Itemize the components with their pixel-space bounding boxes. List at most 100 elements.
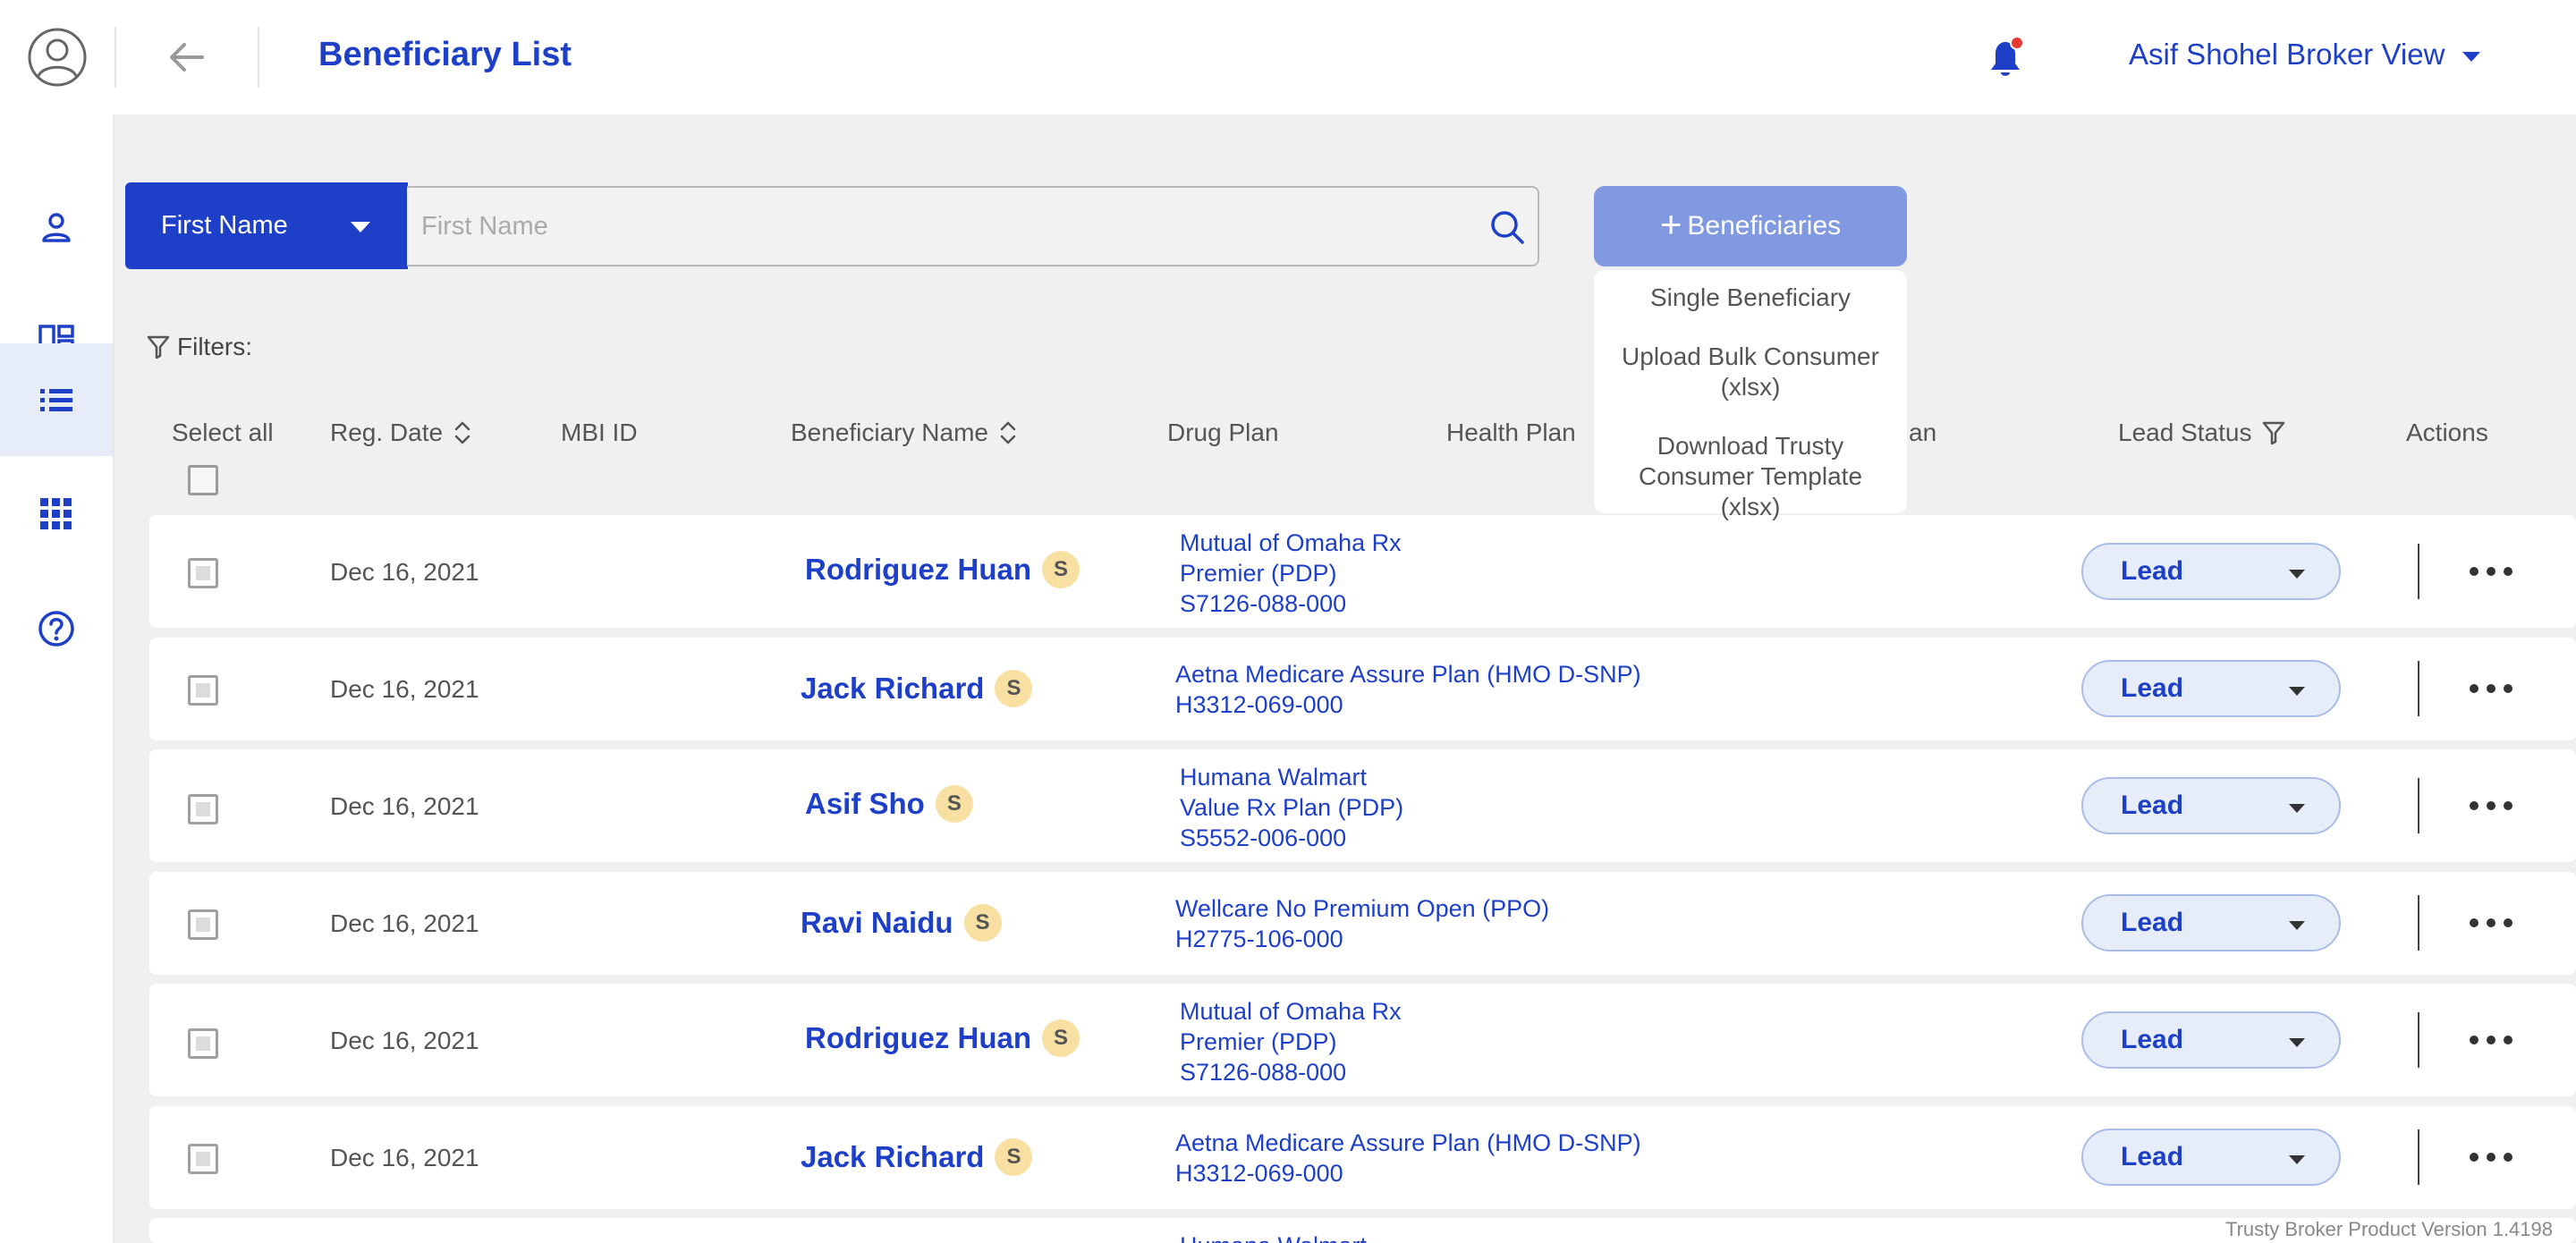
list-icon — [40, 389, 72, 411]
row-checkbox[interactable] — [188, 794, 218, 824]
beneficiary-name-link[interactable]: Asif Sho S — [805, 785, 973, 823]
user-menu[interactable]: Asif Shohel Broker View — [2129, 38, 2481, 72]
chevron-down-icon — [2289, 1038, 2305, 1047]
plan-line: Wellcare No Premium Open (PPO) — [1175, 895, 1550, 922]
beneficiary-name: Asif Sho — [805, 787, 925, 820]
menu-item-download-template[interactable]: Download Trusty Consumer Template (xlsx) — [1594, 431, 1907, 522]
beneficiary-name-link[interactable]: Rodriguez Huan S — [805, 551, 1080, 588]
reg-date: Dec 16, 2021 — [330, 909, 479, 937]
back-arrow-icon[interactable] — [166, 38, 208, 77]
drug-plan[interactable]: Mutual of Omaha Rx Premier (PDP) S7126-0… — [1180, 996, 1402, 1087]
sidebar-item-beneficiary-list[interactable] — [0, 343, 113, 456]
menu-item-upload-bulk[interactable]: Upload Bulk Consumer (xlsx) — [1594, 342, 1907, 402]
table-row[interactable]: Dec 16, 2021 Jack Richard S Aetna Medica… — [149, 1106, 2576, 1209]
sidebar — [0, 114, 114, 1243]
row-checkbox[interactable] — [188, 909, 218, 940]
plan-line: S7126-088-000 — [1180, 590, 1347, 617]
drug-plan[interactable]: Aetna Medicare Assure Plan (HMO D-SNP) H… — [1175, 659, 1641, 720]
lead-status-select[interactable]: Lead — [2081, 660, 2341, 717]
beneficiary-name-link[interactable]: Jack Richard S — [801, 670, 1033, 707]
more-actions-icon[interactable] — [2470, 684, 2514, 695]
beneficiary-name: Ravi Naidu — [801, 906, 953, 939]
action-divider — [2418, 544, 2419, 599]
plan-line: Premier (PDP) — [1180, 1028, 1337, 1055]
drug-plan[interactable]: Humana Walmart — [1180, 1230, 1367, 1243]
lead-status-select[interactable]: Lead — [2081, 777, 2341, 834]
row-checkbox[interactable] — [188, 1144, 218, 1174]
select-all-checkbox[interactable] — [188, 465, 218, 495]
row-checkbox[interactable] — [188, 675, 218, 706]
sidebar-item-apps[interactable] — [0, 458, 113, 571]
table-row[interactable]: Dec 16, 2021 Jack Richard S Aetna Medica… — [149, 638, 2576, 740]
sidebar-item-help[interactable] — [0, 572, 113, 685]
lead-status-value: Lead — [2121, 673, 2184, 703]
plan-line: H3312-069-000 — [1175, 691, 1343, 718]
lead-status-select[interactable]: Lead — [2081, 1011, 2341, 1069]
sort-icon — [1000, 421, 1016, 444]
beneficiary-name: Rodriguez Huan — [805, 553, 1031, 586]
apps-grid-icon — [40, 498, 72, 529]
row-checkbox[interactable] — [188, 558, 218, 588]
drug-plan[interactable]: Humana Walmart Value Rx Plan (PDP) S5552… — [1180, 762, 1403, 853]
chevron-down-icon — [2462, 51, 2481, 62]
more-actions-icon[interactable] — [2470, 1036, 2514, 1046]
filter-icon — [147, 335, 170, 359]
more-actions-icon[interactable] — [2470, 918, 2514, 929]
user-avatar-icon[interactable] — [27, 27, 88, 88]
table-row[interactable]: Dec 16, 2021 Ravi Naidu S Wellcare No Pr… — [149, 872, 2576, 975]
reg-date: Dec 16, 2021 — [330, 675, 479, 703]
header-divider — [114, 27, 116, 88]
table-row[interactable]: Dec 16, 2021 Asif Sho S Humana Walmart V… — [149, 749, 2576, 862]
reg-date: Dec 16, 2021 — [330, 792, 479, 820]
action-divider — [2418, 1012, 2419, 1068]
plan-line: Humana Walmart — [1180, 1230, 1367, 1243]
add-beneficiaries-button[interactable]: + Beneficiaries — [1594, 186, 1907, 266]
search-icon[interactable] — [1489, 209, 1525, 245]
filters-toggle[interactable]: Filters: — [147, 333, 252, 361]
more-actions-icon[interactable] — [2470, 801, 2514, 812]
s-badge: S — [995, 670, 1033, 707]
s-badge: S — [935, 785, 973, 823]
action-divider — [2418, 1129, 2419, 1185]
lead-status-value: Lead — [2121, 1142, 2184, 1171]
person-icon — [42, 213, 71, 242]
reg-date: Dec 16, 2021 — [330, 1027, 479, 1054]
more-actions-icon[interactable] — [2470, 1153, 2514, 1163]
table-row[interactable]: Dec 16, 2021 Rodriguez Huan S Mutual of … — [149, 515, 2576, 628]
beneficiary-name-link[interactable]: Jack Richard S — [801, 1138, 1033, 1176]
table-row[interactable]: Humana Walmart — [149, 1218, 2576, 1243]
menu-item-single-beneficiary[interactable]: Single Beneficiary — [1594, 283, 1907, 313]
plan-line: S5552-006-000 — [1180, 824, 1347, 851]
drug-plan[interactable]: Mutual of Omaha Rx Premier (PDP) S7126-0… — [1180, 528, 1402, 619]
select-all-label: Select all — [172, 419, 274, 446]
drug-plan[interactable]: Aetna Medicare Assure Plan (HMO D-SNP) H… — [1175, 1128, 1641, 1188]
sidebar-item-profile[interactable] — [0, 172, 113, 284]
column-other-plan: an — [1909, 419, 1937, 446]
column-beneficiary-name[interactable]: Beneficiary Name — [791, 419, 1017, 447]
plus-icon: + — [1659, 203, 1682, 245]
plan-line: Aetna Medicare Assure Plan (HMO D-SNP) — [1175, 1129, 1641, 1156]
more-actions-icon[interactable] — [2470, 567, 2514, 578]
column-reg-date[interactable]: Reg. Date — [330, 419, 471, 447]
row-checkbox[interactable] — [188, 1028, 218, 1059]
chevron-down-icon — [2289, 570, 2305, 579]
add-beneficiaries-menu: Single Beneficiary Upload Bulk Consumer … — [1594, 270, 1907, 520]
column-beneficiary-name-label: Beneficiary Name — [791, 419, 988, 446]
table-row[interactable]: Dec 16, 2021 Rodriguez Huan S Mutual of … — [149, 984, 2576, 1096]
search-input[interactable] — [407, 188, 1462, 265]
lead-status-select[interactable]: Lead — [2081, 894, 2341, 951]
notification-bell-icon[interactable] — [1984, 34, 2029, 80]
s-badge: S — [1042, 1019, 1080, 1057]
chevron-down-icon — [351, 222, 370, 233]
beneficiary-name-link[interactable]: Rodriguez Huan S — [805, 1019, 1080, 1057]
lead-status-value: Lead — [2121, 908, 2184, 937]
lead-status-select[interactable]: Lead — [2081, 543, 2341, 600]
lead-status-select[interactable]: Lead — [2081, 1129, 2341, 1186]
column-lead-status-label: Lead Status — [2118, 419, 2252, 446]
filter-icon — [2263, 421, 2285, 445]
drug-plan[interactable]: Wellcare No Premium Open (PPO) H2775-106… — [1175, 893, 1549, 954]
beneficiary-name-link[interactable]: Ravi Naidu S — [801, 904, 1002, 942]
search-field-select[interactable]: First Name — [125, 182, 408, 269]
column-lead-status[interactable]: Lead Status — [2118, 419, 2285, 447]
reg-date: Dec 16, 2021 — [330, 558, 479, 586]
